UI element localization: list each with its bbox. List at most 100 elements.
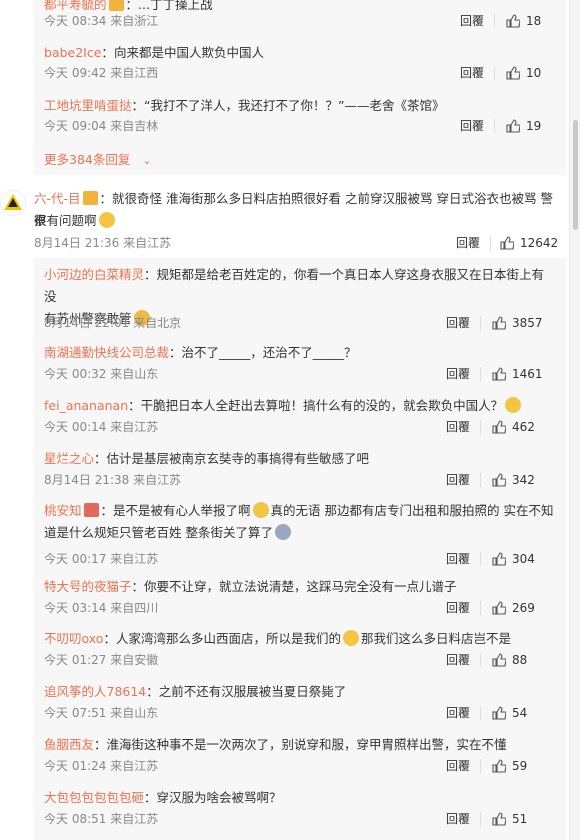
thumbs-up-icon <box>492 812 506 826</box>
laugh-emoji-icon <box>98 212 115 228</box>
reply-button[interactable]: 回覆 <box>446 757 470 775</box>
like-button[interactable]: 54 <box>492 704 527 722</box>
reply-meta: 8月14日 21:38 来自江苏 <box>44 473 182 487</box>
reply-meta: 今天 08:51 来自江苏 <box>44 812 159 826</box>
like-count: 342 <box>512 473 535 487</box>
like-button[interactable]: 342 <box>492 471 535 489</box>
like-count: 19 <box>526 119 542 133</box>
reply-meta: 今天 09:04 来自吉林 <box>44 119 159 133</box>
reply-list-top: 都平寿毓的 ：...丁丁操上战 今天 08:34 来自浙江 回覆 18 babe2… <box>34 0 566 175</box>
reply-text: 人家湾湾那么多山西面店，所以是我们的 <box>115 631 341 646</box>
thumbs-up-icon <box>492 367 506 381</box>
like-button[interactable]: 18 <box>506 12 541 30</box>
reply-username[interactable]: 特大号的夜猫子 <box>44 579 132 594</box>
reply-meta: 今天 07:51 来自山东 <box>44 706 159 720</box>
reply-text: 估计是基层被南京玄奘寺的事搞得有些敏感了吧 <box>106 451 370 466</box>
scrollbar-thumb[interactable] <box>573 120 578 230</box>
list-item: 星烂之心：估计是基层被南京玄奘寺的事搞得有些敏感了吧 8月14日 21:38 来… <box>44 451 535 487</box>
reply-username[interactable]: babe2Ice <box>44 45 101 60</box>
reply-username[interactable]: 追风筝的人78614 <box>44 684 146 699</box>
reply-button[interactable]: 回覆 <box>446 365 470 383</box>
reply-username[interactable]: 都平寿毓的 <box>44 0 107 12</box>
reply-button[interactable]: 回覆 <box>446 418 470 436</box>
reply-button[interactable]: 回覆 <box>446 471 470 489</box>
divider <box>480 316 481 330</box>
like-count: 1461 <box>512 367 543 381</box>
like-button[interactable]: 19 <box>506 117 541 135</box>
reply-button[interactable]: 回覆 <box>446 314 470 332</box>
scrollbar[interactable] <box>569 0 580 840</box>
like-button[interactable]: 88 <box>492 651 527 669</box>
thumbs-up-icon <box>492 473 506 487</box>
divider <box>480 812 481 826</box>
comment-item: 六-代-目 ：就很奇怪 淮海街那么多日料店拍照很好看 之前穿汉服被骂 穿日式浴衣也… <box>34 191 559 250</box>
reply-text-continued: 真的无语 那边都有店专门出租和服拍照的 实在不知 <box>270 503 554 518</box>
reply-meta: 今天 09:42 来自江西 <box>44 66 159 80</box>
like-count: 462 <box>512 420 535 434</box>
reply-username[interactable]: 小河边的白菜精灵 <box>44 267 144 282</box>
reply-text: 你要不让穿，就立法说清楚，这踩马完全没有一点儿谱子 <box>144 579 457 594</box>
like-button[interactable]: 59 <box>492 757 527 775</box>
divider <box>480 552 481 566</box>
reply-button[interactable]: 回覆 <box>460 117 484 135</box>
reply-username[interactable]: 桃安知 <box>44 503 82 518</box>
like-count: 88 <box>512 653 528 667</box>
more-replies-link[interactable]: 更多384条回复 ⌄ <box>44 151 152 170</box>
reply-username[interactable]: 大包包包包包包砸 <box>44 790 144 805</box>
reply-username[interactable]: 不叨叨oxo <box>44 631 103 646</box>
like-button[interactable]: 269 <box>492 599 535 617</box>
divider <box>494 119 495 133</box>
reply-username[interactable]: 鱼胭西友 <box>44 737 94 752</box>
reply-meta: 今天 08:34 来自浙江 <box>44 14 159 28</box>
avatar[interactable] <box>0 190 26 216</box>
like-button[interactable]: 462 <box>492 418 535 436</box>
like-button[interactable]: 3857 <box>492 314 543 332</box>
list-item: fei_anananan：干脆把日本人全赶出去算啦！搞什么有的没的，就会欺负中国… <box>44 397 535 434</box>
divider <box>494 66 495 80</box>
reply-text: 干脆把日本人全赶出去算啦！搞什么有的没的，就会欺负中国人？ <box>140 398 504 413</box>
divider <box>494 14 495 28</box>
like-button[interactable]: 304 <box>492 550 535 568</box>
reply-button[interactable]: 回覆 <box>446 651 470 669</box>
comment-username[interactable]: 六-代-目 <box>34 191 81 206</box>
divider <box>480 473 481 487</box>
reply-username[interactable]: fei_anananan <box>44 398 128 413</box>
thumbs-up-icon <box>506 119 520 133</box>
divider <box>480 420 481 434</box>
list-item: 小河边的白菜精灵：规矩都是给老百姓定的，你看一个真日本人穿这身衣服又在日本街上有… <box>44 267 545 332</box>
like-button[interactable]: 10 <box>506 64 541 82</box>
reply-username[interactable]: 工地坑里啃蛋挞 <box>44 98 132 113</box>
reply-list: 小河边的白菜精灵：规矩都是给老百姓定的，你看一个真日本人穿这身衣服又在日本街上有… <box>34 258 566 840</box>
list-item: babe2Ice：向来都是中国人欺负中国人 今天 09:42 来自江西 回覆 1… <box>44 45 542 80</box>
reply-text-line2: 道是什么规矩只管老百姓 整条街关了算了 <box>44 525 273 540</box>
list-item: 不叨叨oxo：人家湾湾那么多山西面店，所以是我们的 那我们这么多日料店岂不是 今天… <box>44 630 528 667</box>
chevron-down-icon: ⌄ <box>142 154 152 167</box>
list-item: 桃安知 ：是不是被有心人举报了啊 真的无语 那边都有店专门出租和服拍照的 实在不知 … <box>44 502 554 566</box>
reply-button[interactable]: 回覆 <box>460 64 484 82</box>
like-button[interactable]: 12642 <box>500 234 558 252</box>
reply-button[interactable]: 回覆 <box>446 810 470 828</box>
reply-meta: 今天 00:14 来自江苏 <box>44 420 159 434</box>
reply-username[interactable]: 星烂之心 <box>44 451 94 466</box>
reply-username[interactable]: 南湖通勤快线公司总裁 <box>44 345 169 360</box>
like-button[interactable]: 51 <box>492 810 527 828</box>
reply-button[interactable]: 回覆 <box>460 12 484 30</box>
reply-text: 是不是被有心人举报了啊 <box>113 503 251 518</box>
thumbs-up-icon <box>492 653 506 667</box>
reply-text-continued: 那我们这么多日料店岂不是 <box>360 631 511 646</box>
reply-meta: 今天 03:14 来自四川 <box>44 601 159 615</box>
emoji-icon <box>252 502 269 518</box>
comment-text-line2: 很有问题啊 <box>34 213 97 228</box>
list-item: 工地坑里啃蛋挞：“我打不了洋人，我还打不了你！？”——老舍《茶馆》 今天 09:… <box>44 98 542 133</box>
reply-button[interactable]: 回覆 <box>446 599 470 617</box>
reply-button[interactable]: 回覆 <box>456 234 480 252</box>
divider <box>480 367 481 381</box>
reply-button[interactable]: 回覆 <box>446 550 470 568</box>
reply-button[interactable]: 回覆 <box>446 704 470 722</box>
like-button[interactable]: 1461 <box>492 365 543 383</box>
list-item: 南湖通勤快线公司总裁：治不了_____，还治不了_____？ 今天 00:32 … <box>44 345 543 381</box>
emoji-icon <box>342 630 359 646</box>
reply-meta: 今天 01:24 来自江苏 <box>44 759 159 773</box>
like-count: 59 <box>512 759 528 773</box>
like-count: 18 <box>526 14 542 28</box>
